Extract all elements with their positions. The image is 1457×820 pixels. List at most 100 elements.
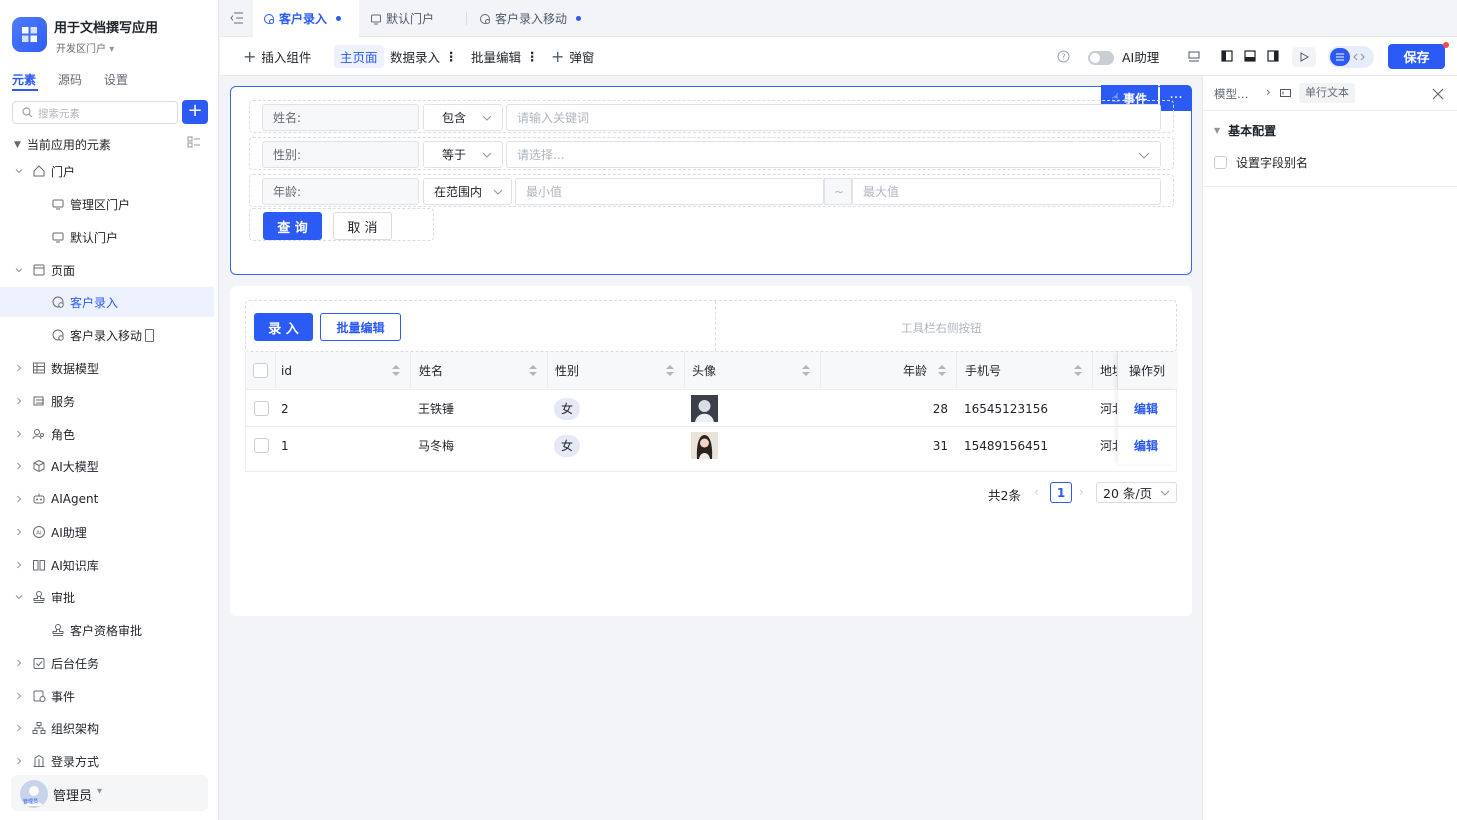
chevron-right-icon[interactable]: [13, 395, 25, 407]
tab-elements[interactable]: 元素: [12, 71, 36, 88]
chevron-right-icon[interactable]: [13, 428, 25, 440]
breadcrumb-model[interactable]: 模型…: [1214, 86, 1249, 102]
sidebar-item[interactable]: 默认门户: [0, 222, 214, 252]
tab-source[interactable]: 源码: [58, 71, 82, 88]
chevron-down-icon[interactable]: [13, 264, 25, 276]
query-button[interactable]: 查 询: [263, 212, 322, 240]
design-mode-icon[interactable]: [1330, 48, 1350, 66]
chevron-right-icon[interactable]: [13, 362, 25, 374]
sort-icon[interactable]: [666, 365, 674, 376]
name-keyword-input[interactable]: 请输入关键词: [506, 104, 1161, 131]
sort-icon[interactable]: [938, 365, 946, 376]
chevron-right-icon[interactable]: [13, 755, 25, 767]
edit-link[interactable]: 编辑: [1134, 437, 1158, 454]
col-header-address[interactable]: 地址: [1093, 352, 1118, 389]
col-header-gender[interactable]: 性别: [548, 352, 685, 389]
chevron-down-icon[interactable]: [13, 591, 25, 603]
row-checkbox[interactable]: [253, 401, 269, 416]
page-1-button[interactable]: 1: [1050, 482, 1072, 503]
close-icon[interactable]: [1432, 88, 1444, 100]
sidebar-item[interactable]: 页面: [0, 255, 214, 285]
edit-link[interactable]: 编辑: [1134, 400, 1158, 417]
sidebar-item[interactable]: AI知识库: [0, 550, 214, 580]
add-element-button[interactable]: +: [182, 100, 208, 124]
tab-customer-entry-mobile[interactable]: 客户录入移动: [479, 0, 589, 37]
add-record-button[interactable]: 录 入: [254, 313, 313, 341]
table-row[interactable]: 1 马冬梅 女 31 15489156451 河北 编辑: [246, 426, 1176, 464]
save-button[interactable]: 保存: [1388, 44, 1445, 69]
chevron-right-icon[interactable]: [13, 559, 25, 571]
user-bar[interactable]: 管理员 管理员 ▾: [11, 775, 208, 811]
table-row[interactable]: 2 王铁锤 女 28 16545123156 河北 编辑: [246, 389, 1176, 427]
sidebar-item[interactable]: 管理区门户: [0, 189, 214, 219]
collapse-all-icon[interactable]: [187, 136, 201, 148]
sort-icon[interactable]: [802, 365, 810, 376]
sidebar-item[interactable]: AI AI助理: [0, 517, 214, 547]
alias-checkbox[interactable]: [1214, 156, 1227, 169]
age-max-input[interactable]: 最大值: [852, 178, 1161, 205]
left-panel-icon[interactable]: [1221, 50, 1233, 62]
sidebar-item[interactable]: 登录方式: [0, 746, 214, 776]
chevron-right-icon[interactable]: [13, 690, 25, 702]
prev-page-icon[interactable]: ‹: [1034, 485, 1039, 499]
col-header-name[interactable]: 姓名: [411, 352, 548, 389]
filter-form[interactable]: ☝ 事件 ··· 姓名: 包含 请输入关键词 性别: 等于 请选择... 年龄: …: [230, 85, 1192, 275]
tab-settings[interactable]: 设置: [104, 71, 128, 88]
col-header-id[interactable]: id: [276, 352, 411, 389]
search-input[interactable]: 搜索元素: [12, 101, 178, 124]
sidebar-item[interactable]: 角色: [0, 419, 214, 449]
code-mode-icon[interactable]: [1353, 51, 1365, 63]
breadcrumb-field-type[interactable]: 单行文本: [1299, 83, 1355, 103]
add-popup-button[interactable]: + 弹窗: [551, 37, 594, 76]
sidebar-item[interactable]: AIAgent: [0, 484, 214, 514]
operator-select[interactable]: 包含: [423, 104, 503, 131]
sidebar-item[interactable]: 审批: [0, 582, 214, 612]
sidebar-item[interactable]: 门户: [0, 156, 214, 186]
collapse-sidebar-icon[interactable]: [230, 12, 244, 24]
batch-edit-tab[interactable]: 批量编辑 ⋮: [471, 37, 539, 76]
next-page-icon[interactable]: ›: [1079, 485, 1084, 499]
cancel-button[interactable]: 取 消: [333, 212, 392, 240]
right-panel-icon[interactable]: [1267, 50, 1279, 62]
section-current-elements[interactable]: ▼ 当前应用的元素: [14, 136, 111, 153]
col-header-avatar[interactable]: 头像: [685, 352, 821, 389]
insert-component-button[interactable]: + 插入组件: [243, 37, 311, 76]
ai-assistant-toggle[interactable]: [1088, 51, 1114, 65]
chevron-right-icon[interactable]: [13, 526, 25, 538]
select-all-checkbox[interactable]: [253, 363, 268, 378]
batch-edit-button[interactable]: 批量编辑: [320, 313, 401, 341]
gender-select[interactable]: 请选择...: [506, 141, 1161, 168]
sidebar-item[interactable]: 客户资格审批: [0, 615, 214, 645]
design-code-switch[interactable]: [1328, 46, 1374, 68]
sidebar-item[interactable]: 数据模型: [0, 353, 214, 383]
data-entry-tab[interactable]: 数据录入 ⋮: [390, 37, 458, 76]
row-checkbox[interactable]: [253, 438, 269, 453]
operator-select[interactable]: 等于: [423, 141, 503, 168]
age-min-input[interactable]: 最小值: [515, 178, 824, 205]
operator-select[interactable]: 在范围内: [423, 178, 512, 205]
portal-selector[interactable]: 开发区门户 ▾: [56, 40, 114, 55]
sidebar-item[interactable]: 服务: [0, 386, 214, 416]
col-header-phone[interactable]: 手机号: [957, 352, 1093, 389]
chevron-right-icon[interactable]: [13, 657, 25, 669]
alias-option[interactable]: 设置字段别名: [1214, 154, 1308, 171]
tab-customer-entry[interactable]: 客户录入: [253, 0, 359, 37]
chevron-right-icon[interactable]: [13, 493, 25, 505]
chevron-down-icon[interactable]: [13, 165, 25, 177]
layout-fit-icon[interactable]: [1188, 51, 1200, 62]
sidebar-item[interactable]: AI大模型: [0, 451, 214, 481]
sidebar-item[interactable]: 事件: [0, 681, 214, 711]
sort-icon[interactable]: [392, 365, 400, 376]
sidebar-item[interactable]: 客户录入移动: [0, 320, 214, 350]
col-header-age[interactable]: 年龄: [821, 352, 957, 389]
preview-play-icon[interactable]: [1292, 47, 1316, 67]
section-basic-config[interactable]: ▼ 基本配置: [1214, 122, 1276, 139]
tab-default-portal[interactable]: 默认门户: [370, 0, 466, 37]
page-size-select[interactable]: 20 条/页: [1096, 482, 1177, 503]
sidebar-item[interactable]: 组织架构: [0, 713, 214, 743]
sort-icon[interactable]: [1074, 365, 1082, 376]
help-icon[interactable]: ?: [1057, 50, 1070, 63]
sort-icon[interactable]: [529, 365, 537, 376]
chevron-right-icon[interactable]: [13, 722, 25, 734]
bottom-panel-icon[interactable]: [1244, 50, 1256, 62]
